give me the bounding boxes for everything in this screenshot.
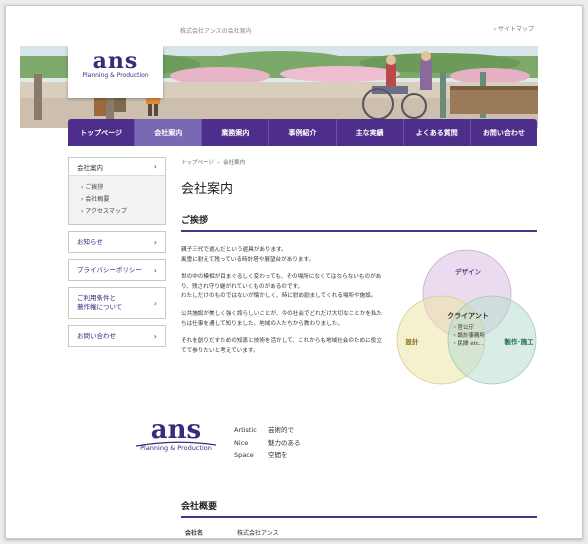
chevron-right-icon: › [153, 237, 157, 247]
chevron-right-icon: › [153, 162, 157, 171]
motto-en: Artistic [234, 426, 257, 434]
venn-label-build: 製作･施工 [503, 337, 534, 346]
motto-row: Nice 魅力のある [234, 437, 301, 450]
page-canvas: 株式会社アンスの会社案内 › サイトマップ ans Planning & Pro… [20, 20, 538, 538]
table-row: 会社名 株式会社アンス [181, 518, 537, 538]
venn-center-item: ・設計事務所 [452, 331, 486, 339]
page-title: 会社案内 [181, 182, 234, 197]
overview-key: 会社名 [185, 530, 204, 537]
ans-logo-large: ans Planning & Production [130, 417, 222, 457]
sidebar: 会社案内 › › ご挨拶 › 会社概要 › アクセスマップ お知らせ › プライ… [68, 157, 166, 353]
venn-center-item: ・民間 etc... [452, 340, 484, 347]
nav-item-services[interactable]: 業務案内 [202, 119, 270, 146]
motto-jp: 魅力のある [268, 438, 301, 447]
venn-center-item: ・官公庁 [452, 323, 475, 331]
breadcrumb: トップページ › 会社案内 [181, 158, 537, 166]
venn-label-design: デザイン [455, 267, 482, 276]
motto-en: Nice [234, 438, 249, 447]
hero-banner: ans Planning & Production [20, 46, 538, 128]
logo-wordmark: ans [92, 48, 139, 74]
sidebar-contact-block: お問い合わせ › [68, 325, 166, 347]
sidebar-submenu: › ご挨拶 › 会社概要 › アクセスマップ [69, 176, 165, 224]
motto-en: Space [234, 451, 254, 460]
venn-center-title: クライアント [447, 311, 489, 320]
breadcrumb-current: 会社案内 [223, 160, 246, 166]
sidebar-news-block: お知らせ › [68, 231, 166, 253]
chevron-right-icon: › [153, 265, 157, 275]
greeting-heading: ご挨拶 [181, 213, 537, 232]
chevron-right-icon: › [153, 331, 157, 341]
sidebar-item-news[interactable]: お知らせ › [69, 232, 165, 252]
nav-item-faq[interactable]: よくある質問 [404, 119, 471, 146]
nav-item-results[interactable]: 主な実績 [337, 119, 404, 146]
venn-diagram: デザイン 設計 製作･施工 クライアント ・官公庁 ・設計事務所 ・民間 etc… [396, 249, 537, 385]
sidebar-item-privacy[interactable]: プライバシーポリシー › [69, 260, 165, 280]
sidebar-item-contact[interactable]: お問い合わせ › [69, 326, 165, 346]
greeting-paragraph: 親子三代で遊んだという遊具があります。 風雪に耐えて残っている時計塔や展望台があ… [181, 247, 315, 263]
sidebar-company-block: 会社案内 › › ご挨拶 › 会社概要 › アクセスマップ [68, 157, 166, 225]
chevron-right-icon: › [153, 298, 157, 308]
sidebar-item-label: お問い合わせ [77, 331, 116, 340]
greeting-paragraph: それを創りだすための知恵と技術を活かして、これからも地域社会のために役立てて参り… [181, 338, 382, 354]
motto-jp: 芸術的で [268, 426, 294, 434]
site-tagline: 株式会社アンスの会社案内 [180, 28, 252, 35]
greeting-paragraph: 世の中の模相が目まぐるしく変わっても、その場所になくてはならないものがあり、残さ… [181, 274, 382, 300]
sidebar-subitem-access[interactable]: › アクセスマップ [81, 206, 157, 218]
logo-subtitle: Planning & Production [82, 72, 149, 79]
sidebar-subitem-greeting[interactable]: › ご挨拶 [81, 182, 157, 194]
nav-item-top[interactable]: トップページ [68, 119, 136, 146]
sidebar-terms-block: ご利用条件と 著作権について › [68, 287, 166, 319]
motto-list: Artistic 芸術的で Nice 魅力のある Space 空間を [234, 424, 301, 462]
logo-wordmark: ans [150, 415, 202, 445]
top-strip: 株式会社アンスの会社案内 › サイトマップ [20, 20, 538, 46]
nav-item-company[interactable]: 会社案内 [135, 119, 203, 146]
overview-heading: 会社概要 [181, 499, 537, 518]
sidebar-subitem-label: ご挨拶 [85, 184, 104, 191]
screenshot-frame: 株式会社アンスの会社案内 › サイトマップ ans Planning & Pro… [5, 5, 583, 539]
company-overview: 会社概要 会社名 株式会社アンス [181, 499, 537, 538]
motto-row: Artistic 芸術的で [234, 424, 301, 437]
sidebar-item-label: お知らせ [77, 237, 103, 246]
overview-value: 株式会社アンス [237, 530, 279, 537]
sitemap-link[interactable]: › サイトマップ [494, 24, 534, 33]
breadcrumb-separator: › [215, 160, 222, 166]
motto-jp: 空間を [268, 451, 288, 460]
sidebar-subitem-overview[interactable]: › 会社概要 [81, 194, 157, 206]
greeting-text: 親子三代で遊んだという遊具があります。 風雪に耐えて残っている時計塔や展望台があ… [181, 246, 387, 364]
venn-label-plan: 設計 [406, 337, 420, 346]
motto-row: Space 空間を [234, 449, 301, 462]
sidebar-item-company[interactable]: 会社案内 › [69, 158, 165, 176]
site-logo[interactable]: ans Planning & Production [68, 46, 163, 98]
sidebar-subitem-label: アクセスマップ [85, 208, 127, 215]
main-content: トップページ › 会社案内 会社案内 ご挨拶 親子三代で遊んだという遊具がありま… [181, 157, 537, 418]
main-navigation: トップページ 会社案内 業務案内 事例紹介 主な実績 よくある質問 お問い合わせ [68, 119, 537, 146]
logo-swoosh-icon [136, 441, 216, 447]
sidebar-item-terms[interactable]: ご利用条件と 著作権について › [69, 288, 165, 318]
nav-item-contact[interactable]: お問い合わせ [471, 119, 537, 146]
sidebar-subitem-label: 会社概要 [85, 196, 110, 203]
sidebar-privacy-block: プライバシーポリシー › [68, 259, 166, 281]
sidebar-item-label: ご利用条件と 著作権について [77, 294, 123, 311]
sitemap-label: サイトマップ [497, 26, 534, 33]
sidebar-item-label: プライバシーポリシー [77, 265, 142, 274]
nav-item-cases[interactable]: 事例紹介 [269, 119, 337, 146]
breadcrumb-home[interactable]: トップページ [181, 160, 214, 166]
sidebar-item-label: 会社案内 [77, 163, 103, 172]
greeting-section: 親子三代で遊んだという遊具があります。 風雪に耐えて残っている時計塔や展望台があ… [181, 246, 537, 418]
greeting-paragraph: 公共施設が美しく強く誇らしいことが、今の社会でどれだけ大切なことかを私たちは仕事… [181, 310, 383, 327]
